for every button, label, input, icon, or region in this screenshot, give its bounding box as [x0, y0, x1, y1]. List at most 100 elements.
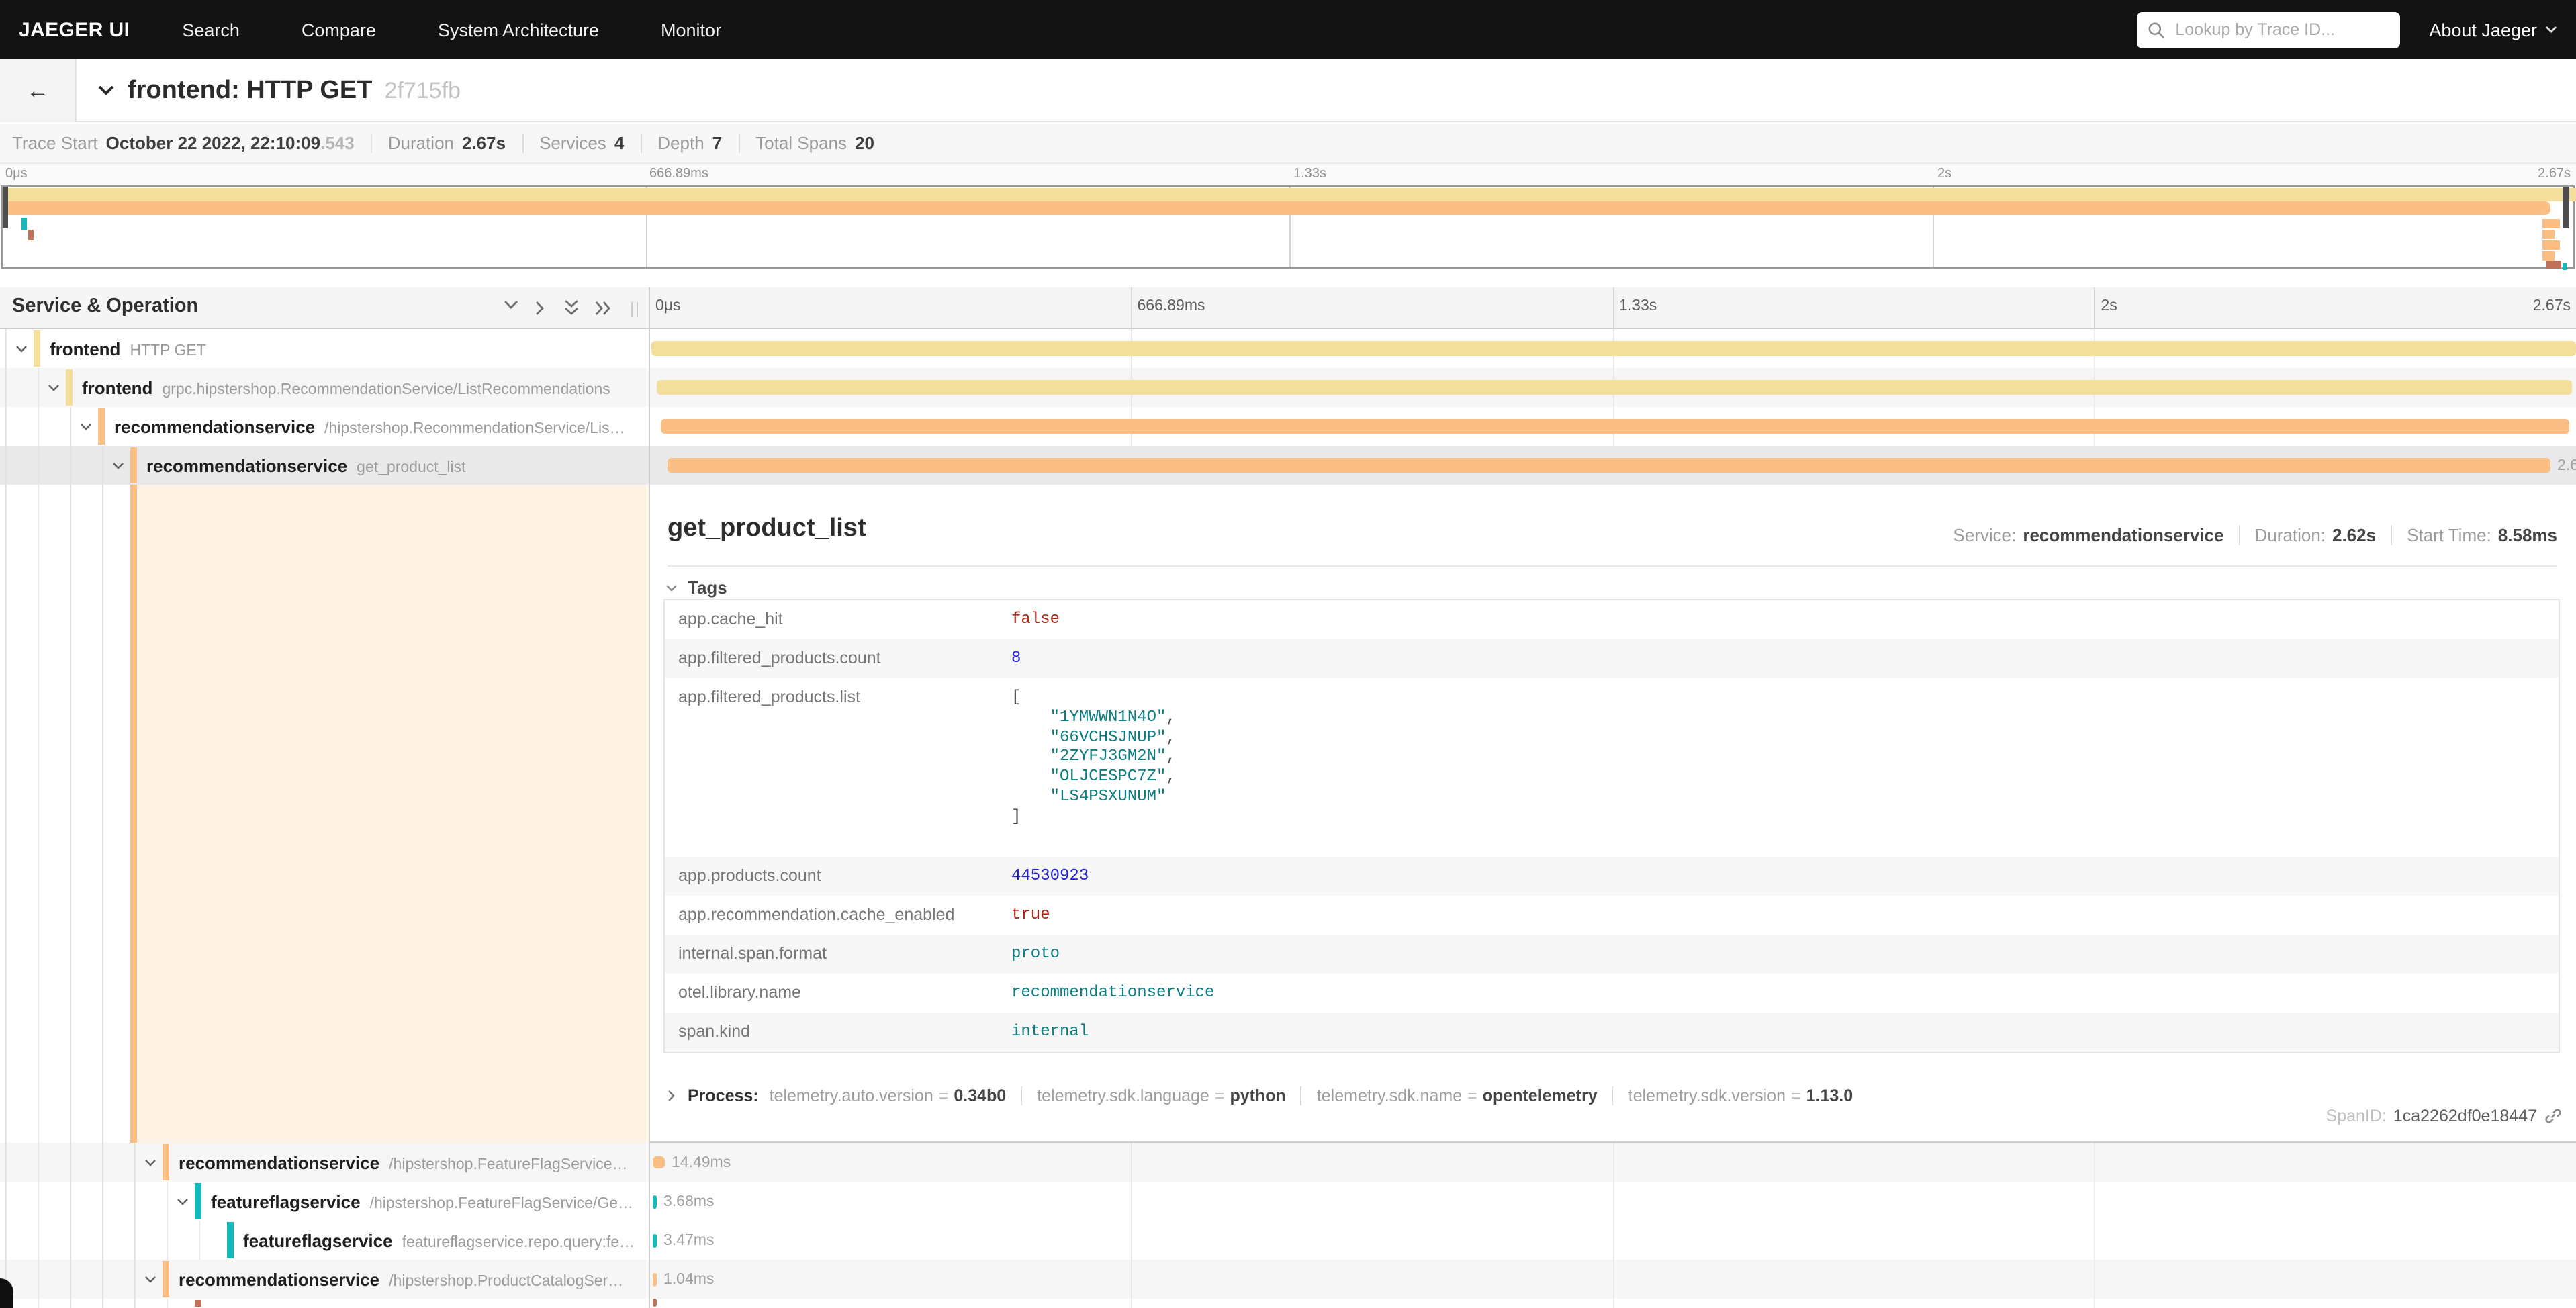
minimap-right-scrubber[interactable] — [2563, 187, 2569, 228]
stat-value-ms: .543 — [320, 133, 355, 153]
indent-guide — [102, 485, 103, 1143]
tag-value: [ "1YMWWN1N4O", "66VCHSJNUP", "2ZYFJ3GM2… — [1011, 688, 1176, 827]
span-service-name[interactable]: frontendHTTP GET — [50, 338, 206, 359]
nav-menu: SearchCompareSystem ArchitectureMonitor — [151, 19, 752, 40]
tag-key: app.filtered_products.count — [678, 649, 881, 667]
span-row[interactable]: recommendationserviceget_product_list 2.6… — [0, 446, 2576, 485]
indent-guide — [5, 1221, 7, 1260]
nav-item-search[interactable]: Search — [151, 19, 271, 40]
span-duration-bar[interactable] — [657, 380, 2572, 395]
span-toggle-chevron-icon[interactable] — [15, 342, 28, 355]
span-duration-bar[interactable] — [653, 1156, 665, 1168]
span-duration-bar[interactable] — [668, 458, 2550, 473]
span-service-name[interactable]: frontendgrpc.hipstershop.RecommendationS… — [82, 377, 610, 398]
span-duration-label: 14.49ms — [672, 1154, 731, 1170]
detail-meta-value: 8.58ms — [2498, 525, 2557, 545]
span-service-name[interactable]: recommendationservice/hipstershop.Produc… — [179, 1269, 623, 1289]
minimap-span-mark — [2546, 261, 2561, 269]
span-row[interactable] — [0, 1299, 2576, 1308]
detail-meta-label: Service: — [1953, 525, 2016, 545]
span-service-name[interactable]: recommendationserviceget_product_list — [146, 455, 466, 475]
indent-guide — [199, 1221, 200, 1260]
minimap-left-scrubber[interactable] — [3, 187, 8, 228]
nav-item-system-architecture[interactable]: System Architecture — [407, 19, 630, 40]
detail-meta-value: recommendationservice — [2023, 525, 2223, 545]
span-timeline-cell[interactable]: 3.68ms — [649, 1182, 2576, 1221]
tag-row[interactable]: app.recommendation.cache_enabledtrue — [665, 896, 2559, 935]
span-row[interactable]: featureflagservicefeatureflagservice.rep… — [0, 1221, 2576, 1260]
tag-row[interactable]: app.products.count44530923 — [665, 857, 2559, 896]
link-icon[interactable] — [2544, 1107, 2563, 1125]
process-row[interactable]: Process:telemetry.auto.version=0.34b0tel… — [665, 1081, 1853, 1111]
expand-one-icon[interactable] — [535, 299, 547, 317]
span-row[interactable]: recommendationservice/hipstershop.Recomm… — [0, 407, 2576, 446]
tags-section-header[interactable]: Tags — [665, 577, 727, 598]
expand-all-icon[interactable] — [595, 299, 612, 317]
span-row[interactable]: frontendgrpc.hipstershop.RecommendationS… — [0, 368, 2576, 407]
tag-row[interactable]: app.filtered_products.list[ "1YMWWN1N4O"… — [665, 678, 2559, 857]
minimap-span-mark — [2542, 240, 2560, 250]
tag-row[interactable]: app.filtered_products.count8 — [665, 639, 2559, 678]
span-id-row: SpanID:1ca2262df0e18447 — [2326, 1103, 2563, 1129]
stat-value: 2.67s — [462, 133, 506, 153]
trace-id-lookup-input[interactable] — [2172, 19, 2389, 40]
span-service-color-bar — [130, 447, 137, 483]
span-service-color-bar — [163, 1144, 169, 1180]
column-resize-handle[interactable] — [631, 302, 638, 317]
app-logo[interactable]: JAEGER UI — [0, 18, 151, 41]
span-toggle-chevron-icon[interactable] — [47, 381, 60, 394]
about-jaeger-menu[interactable]: About Jaeger — [2429, 19, 2557, 40]
span-duration-bar[interactable] — [653, 1195, 657, 1208]
nav-item-compare[interactable]: Compare — [271, 19, 407, 40]
trace-id-lookup[interactable] — [2136, 11, 2399, 48]
span-timeline-cell[interactable]: 3.47ms — [649, 1221, 2576, 1260]
process-label: Process: — [688, 1086, 759, 1105]
indent-guide — [5, 368, 7, 407]
meta-separator — [2239, 525, 2240, 545]
collapse-title-chevron-icon[interactable] — [97, 85, 116, 97]
tag-row[interactable]: span.kindinternal — [665, 1013, 2559, 1052]
span-service-name[interactable]: featureflagservicefeatureflagservice.rep… — [243, 1230, 635, 1250]
span-timeline-cell[interactable] — [649, 368, 2576, 407]
span-toggle-chevron-icon[interactable] — [111, 459, 125, 472]
indent-guide — [134, 1299, 136, 1308]
process-value: 0.34b0 — [954, 1086, 1006, 1105]
span-duration-bar[interactable] — [653, 1233, 657, 1247]
span-service-name[interactable]: featureflagservice/hipstershop.FeatureFl… — [211, 1191, 633, 1211]
span-timeline-cell[interactable] — [649, 329, 2576, 368]
indent-guide — [38, 1299, 39, 1308]
span-toggle-chevron-icon[interactable] — [144, 1272, 157, 1286]
indent-guide — [38, 485, 39, 1143]
span-row[interactable]: recommendationservice/hipstershop.Produc… — [0, 1260, 2576, 1299]
span-row[interactable]: recommendationservice/hipstershop.Featur… — [0, 1143, 2576, 1182]
span-timeline-cell[interactable] — [649, 1299, 2576, 1308]
span-duration-bar[interactable] — [653, 1272, 657, 1286]
stat-label: Depth — [657, 133, 704, 153]
nav-item-monitor[interactable]: Monitor — [630, 19, 752, 40]
tag-value: 44530923 — [1011, 866, 1089, 886]
span-duration-bar[interactable] — [653, 1299, 657, 1307]
ruler-tick-label: 666.89ms — [1138, 298, 1205, 314]
span-row[interactable]: featureflagservice/hipstershop.FeatureFl… — [0, 1182, 2576, 1221]
tag-row[interactable]: internal.span.formatproto — [665, 935, 2559, 974]
span-service-name[interactable]: recommendationservice/hipstershop.Recomm… — [114, 416, 625, 436]
collapse-one-icon[interactable] — [502, 299, 520, 312]
span-timeline-cell[interactable]: 14.49ms — [649, 1143, 2576, 1182]
span-duration-bar[interactable] — [661, 419, 2569, 434]
process-value: python — [1230, 1086, 1285, 1105]
span-service-name[interactable]: recommendationservice/hipstershop.Featur… — [179, 1152, 628, 1172]
span-toggle-chevron-icon[interactable] — [176, 1195, 189, 1208]
span-timeline-cell[interactable] — [649, 407, 2576, 446]
back-button[interactable]: ← — [0, 59, 77, 122]
span-timeline-cell[interactable]: 1.04ms — [649, 1260, 2576, 1299]
tag-row[interactable]: app.cache_hitfalse — [665, 600, 2559, 639]
span-duration-bar[interactable] — [651, 341, 2576, 356]
span-timeline-cell[interactable]: 2.62s — [649, 446, 2576, 485]
timeline-gridline — [2095, 1260, 2096, 1299]
span-toggle-chevron-icon[interactable] — [144, 1156, 157, 1169]
span-toggle-chevron-icon[interactable] — [79, 420, 93, 433]
span-row[interactable]: frontendHTTP GET — [0, 329, 2576, 368]
tag-row[interactable]: otel.library.namerecommendationservice — [665, 974, 2559, 1013]
trace-minimap[interactable] — [1, 185, 2575, 269]
collapse-all-icon[interactable] — [563, 299, 580, 317]
